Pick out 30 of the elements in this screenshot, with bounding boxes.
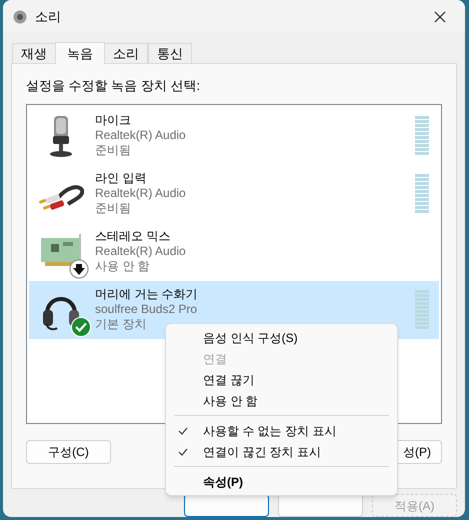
device-driver: Realtek(R) Audio xyxy=(95,186,187,201)
tab[interactable]: 소리 xyxy=(104,43,148,63)
device-driver: Realtek(R) Audio xyxy=(95,244,187,259)
instruction-text: 설정을 수정할 녹음 장치 선택: xyxy=(26,77,202,95)
device-status: 준비됨 xyxy=(95,143,132,158)
check-icon xyxy=(178,426,188,434)
tab[interactable]: 녹음 xyxy=(55,42,105,64)
close-icon xyxy=(434,10,446,22)
menu-item[interactable]: 사용할 수 없는 장치 표시 xyxy=(166,420,397,441)
device-name: 스테레오 믹스 xyxy=(95,229,172,244)
device-driver: soulfree Buds2 Pro xyxy=(95,302,198,317)
device-name: 마이크 xyxy=(95,113,132,128)
window-title: 소리 xyxy=(35,8,61,26)
speaker-icon xyxy=(13,10,27,24)
device-name: 라인 입력 xyxy=(95,171,148,186)
device-status: 사용 안 함 xyxy=(95,259,151,274)
panel-button[interactable]: 구성(C) xyxy=(26,440,111,464)
device-status: 준비됨 xyxy=(95,201,132,216)
tab[interactable]: 통신 xyxy=(148,43,192,63)
menu-item[interactable]: 속성(P) xyxy=(166,471,397,492)
device-name: 머리에 거는 수화기 xyxy=(95,287,199,302)
dialog-button[interactable] xyxy=(184,494,269,517)
device-status: 기본 장치 xyxy=(95,317,148,332)
device-row[interactable]: 라인 입력 Realtek(R) Audio 준비됨 xyxy=(29,164,439,222)
device-row[interactable]: 마이크 Realtek(R) Audio 준비됨 xyxy=(29,106,439,164)
device-driver: Realtek(R) Audio xyxy=(95,128,187,143)
menu-item[interactable]: 사용 안 함 xyxy=(166,390,397,411)
menu-item[interactable]: 연결 끊기 xyxy=(166,369,397,390)
check-icon xyxy=(178,448,188,456)
tab[interactable]: 재생 xyxy=(12,43,56,63)
